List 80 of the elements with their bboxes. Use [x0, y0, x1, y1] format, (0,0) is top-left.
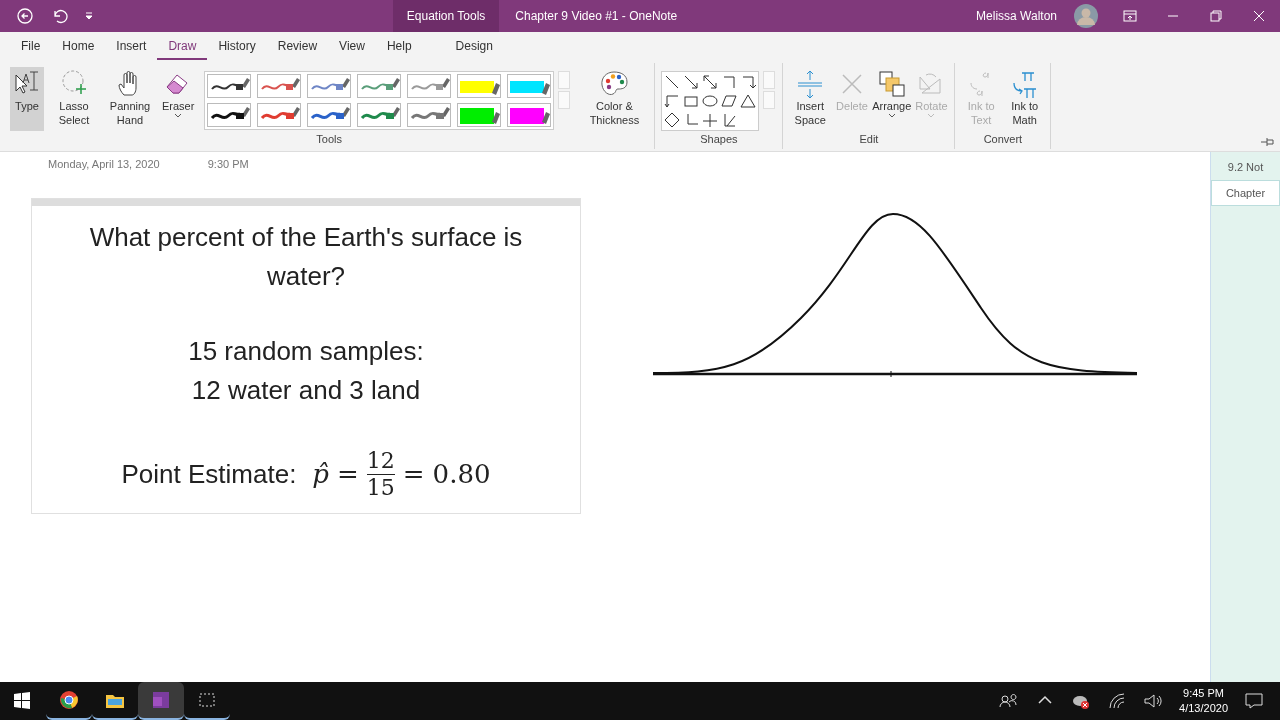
back-icon[interactable]	[16, 7, 34, 25]
tool-button[interactable]: Type	[10, 67, 44, 131]
speaker-icon[interactable]	[1143, 691, 1164, 711]
pen-swatch[interactable]	[207, 74, 252, 98]
caret-icon	[174, 113, 183, 120]
equals-sign: =	[402, 457, 425, 491]
arrange-icon	[876, 69, 907, 99]
highlighter-swatch[interactable]	[457, 74, 502, 98]
line-icon[interactable]	[664, 74, 681, 90]
notebook-icon	[151, 690, 171, 710]
pen-swatch[interactable]	[257, 103, 302, 127]
group-label: Shapes	[699, 132, 739, 147]
pen-swatch[interactable]	[257, 74, 302, 98]
math-result: 0.80	[432, 457, 491, 491]
note-text: 12 water and 3 land	[191, 373, 421, 407]
caret-icon	[927, 113, 936, 120]
notification-icon[interactable]	[1244, 691, 1264, 711]
pen-swatch[interactable]	[307, 74, 352, 98]
pen-swatch[interactable]	[407, 74, 452, 98]
ribbon-tab[interactable]: Design	[444, 32, 504, 60]
customize-icon[interactable]	[84, 11, 94, 21]
highlighter-swatch[interactable]	[457, 103, 502, 127]
ellipse-icon[interactable]	[702, 93, 719, 109]
context-tab-label: Equation Tools	[392, 0, 500, 32]
ribbon-button[interactable]: Insert Space	[789, 67, 831, 131]
triangle-icon[interactable]	[740, 93, 757, 109]
pen-swatch[interactable]	[207, 103, 252, 127]
graph-axes-icon[interactable]	[721, 112, 738, 128]
equals-sign: =	[337, 457, 359, 491]
elbow-arrow-icon[interactable]	[740, 74, 757, 90]
pen-swatch[interactable]	[357, 103, 402, 127]
ribbon-button[interactable]: Arrange	[873, 67, 911, 131]
tool-button[interactable]: Eraser	[160, 67, 197, 131]
browser-icon	[59, 690, 79, 710]
windows-icon	[13, 691, 33, 711]
ribbon-tab[interactable]: History	[207, 32, 267, 60]
highlighter-swatch[interactable]	[507, 74, 552, 98]
note-handle-bar[interactable]	[32, 198, 580, 206]
tool-button[interactable]: Panning Hand	[104, 67, 156, 131]
page-tab[interactable]: Chapter	[1211, 179, 1280, 206]
pen-swatch[interactable]	[307, 103, 352, 127]
clock[interactable]: 9:45 PM 4/13/2020	[1179, 685, 1228, 717]
elbow-arrow-icon[interactable]	[664, 93, 681, 109]
ribbon-display-icon[interactable]	[1121, 7, 1139, 25]
double-arrow-icon[interactable]	[702, 74, 719, 90]
restore-icon[interactable]	[1207, 7, 1225, 25]
page-date: Monday, April 13, 2020	[48, 157, 160, 172]
group-label: Convert	[982, 132, 1024, 147]
taskbar-button[interactable]	[138, 682, 184, 720]
parallelogram-icon[interactable]	[721, 93, 738, 109]
ribbon-tab[interactable]: View	[328, 32, 376, 60]
color-thickness-button[interactable]: Color & Thickness	[580, 67, 649, 131]
caret-icon	[887, 113, 896, 120]
dashed-box-icon	[197, 690, 217, 710]
group-label: Tools	[315, 132, 344, 147]
tool-button[interactable]: Lasso Select	[48, 67, 100, 131]
ribbon-tab[interactable]: Review	[266, 32, 329, 60]
group-label: Edit	[858, 132, 880, 147]
math-symbol: p̂	[312, 457, 329, 491]
note-text: 15 random samples:	[188, 334, 424, 368]
pen-swatch[interactable]	[407, 103, 452, 127]
arrow-icon[interactable]	[683, 74, 700, 90]
fraction: 12 15	[366, 447, 395, 502]
ribbon-button[interactable]: Ink to Math	[1004, 67, 1045, 131]
equation-label: Point Estimate:	[121, 457, 297, 491]
ribbon-tab[interactable]: Help	[375, 32, 423, 60]
diamond-icon[interactable]	[664, 112, 681, 128]
user-name: Melissa Walton	[976, 8, 1057, 25]
highlighter-swatch[interactable]	[507, 103, 552, 127]
pin-icon[interactable]	[1260, 137, 1274, 147]
ribbon-tab[interactable]: File	[10, 32, 52, 60]
window-title: Chapter 9 Video #1 - OneNote	[514, 8, 678, 25]
pen-swatch[interactable]	[357, 74, 402, 98]
ribbon-tab[interactable]: Draw	[157, 32, 208, 60]
note-text: What percent of the Earth's surface is water?	[88, 220, 524, 293]
avatar-icon[interactable]	[1073, 3, 1099, 29]
ribbon-tab[interactable]: Insert	[105, 32, 158, 60]
page-time: 9:30 PM	[207, 157, 249, 172]
ribbon-tab[interactable]: Home	[51, 32, 106, 60]
page-tab[interactable]: 9.2 Not	[1211, 155, 1280, 180]
